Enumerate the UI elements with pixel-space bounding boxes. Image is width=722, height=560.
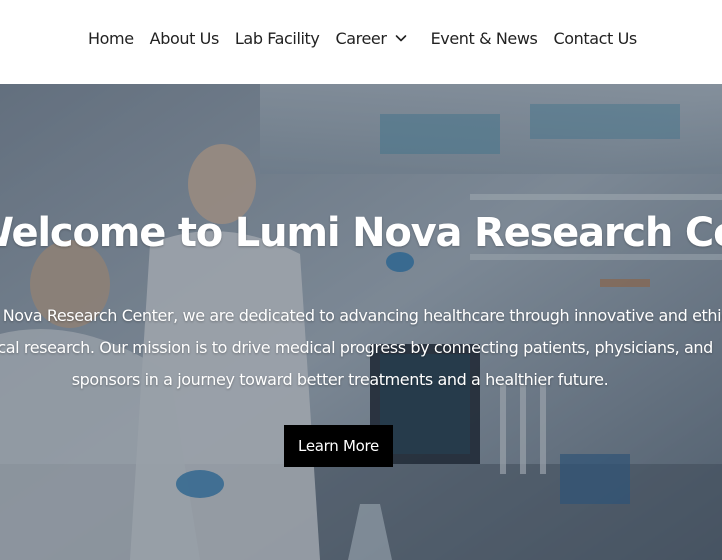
main-nav: Home About Us Lab Facility Career Event … bbox=[88, 26, 653, 50]
hero-description: At Lumi Nova Research Center, we are ded… bbox=[0, 300, 722, 396]
hero-section: Welcome to Lumi Nova Research Center At … bbox=[0, 84, 722, 560]
hero-description-line: clinical research. Our mission is to dri… bbox=[0, 338, 713, 357]
nav-item-contact-us[interactable]: Contact Us bbox=[553, 28, 637, 48]
nav-item-lab-facility[interactable]: Lab Facility bbox=[235, 29, 320, 48]
nav-item-career[interactable]: Career bbox=[335, 29, 408, 48]
hero-description-line: At Lumi Nova Research Center, we are ded… bbox=[0, 306, 722, 325]
chevron-down-icon[interactable] bbox=[393, 30, 409, 46]
page: Home About Us Lab Facility Career Event … bbox=[0, 0, 722, 560]
nav-item-label: Lab Facility bbox=[234, 28, 320, 48]
nav-item-label: Home bbox=[88, 28, 134, 48]
site-header: Home About Us Lab Facility Career Event … bbox=[0, 0, 722, 84]
hero-description-line: sponsors in a journey toward better trea… bbox=[71, 370, 609, 389]
nav-item-label: Event & News bbox=[430, 28, 538, 48]
nav-item-label: About Us bbox=[149, 28, 220, 48]
nav-item-about-us[interactable]: About Us bbox=[149, 28, 220, 48]
learn-more-button[interactable]: Learn More bbox=[284, 425, 393, 467]
nav-item-label: Career bbox=[335, 28, 387, 48]
nav-item-label: Contact Us bbox=[553, 28, 637, 48]
hero-title: Welcome to Lumi Nova Research Center bbox=[0, 210, 722, 256]
nav-item-event-news[interactable]: Event & News bbox=[431, 29, 538, 48]
nav-item-home[interactable]: Home bbox=[88, 29, 134, 48]
